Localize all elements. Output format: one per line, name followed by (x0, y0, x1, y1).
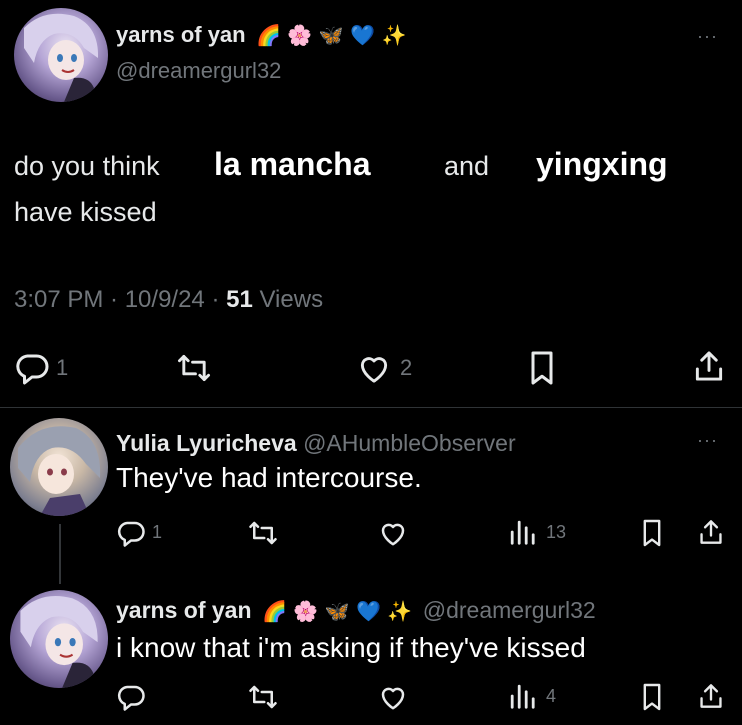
main-post-text-line1: do you think la mancha and yingxing (14, 146, 734, 186)
main-post-text: do you think la mancha and yingxing have… (14, 146, 734, 232)
bookmark-icon (643, 519, 661, 547)
reply1-bookmark-button[interactable] (640, 518, 664, 548)
reply2-header: yarns of yan 🌈 🌸 🦋 💙 ✨ @dreamergurl32 (116, 597, 596, 624)
share-icon (695, 351, 723, 381)
reply1-reply-count: 1 (152, 522, 163, 542)
blue-heart-emoji-icon: 💙 (356, 598, 381, 623)
reply2-repost-button[interactable] (248, 683, 278, 711)
anime-girl-gray-hair-avatar-art (18, 426, 101, 516)
heart-icon (381, 523, 405, 546)
more-options-icon[interactable]: ··· (697, 430, 718, 451)
reply1-avatar[interactable] (10, 418, 108, 516)
post-divider (0, 407, 742, 408)
reply1-views-button[interactable] (508, 518, 536, 546)
repost-button[interactable] (176, 352, 212, 384)
main-post-timestamp[interactable]: 3:07 PM · 10/9/24 · (14, 286, 226, 313)
reply-bubble-icon (16, 354, 49, 385)
reply1-display-name[interactable]: Yulia Lyuricheva (116, 430, 297, 456)
bookmark-button[interactable] (527, 350, 557, 386)
cherry-blossom-emoji-icon: 🌸 (287, 23, 313, 47)
reply-bubble-icon (117, 521, 145, 547)
bookmark-icon (643, 683, 661, 711)
cherry-blossom-emoji-icon: 🌸 (293, 598, 319, 623)
share-icon (700, 520, 722, 544)
share-button[interactable] (693, 348, 725, 384)
heart-icon (360, 357, 388, 383)
main-post-meta: 3:07 PM · 10/9/24 · 51 Views (14, 286, 323, 314)
like-count: 2 (400, 355, 413, 380)
reply2-display-name[interactable]: yarns of yan (116, 597, 252, 623)
rainbow-emoji-icon: 🌈 (256, 23, 281, 47)
main-post-header: yarns of yan 🌈 🌸 🦋 💙 ✨ (116, 22, 406, 52)
reply1-repost-button[interactable] (248, 519, 278, 547)
reply2-handle[interactable]: @dreamergurl32 (423, 597, 596, 623)
bar-chart-views-icon (510, 684, 535, 709)
blue-heart-emoji-icon: 💙 (350, 23, 376, 47)
reply2-text: i know that i'm asking if they've kissed (116, 632, 586, 663)
main-post-text-line2: have kissed (14, 197, 157, 227)
reply2-bookmark-button[interactable] (640, 682, 664, 712)
main-post-text-name1: la mancha (214, 146, 371, 182)
reply2-like-button[interactable] (378, 683, 408, 711)
repost-icon (249, 685, 277, 709)
rainbow-emoji-icon: 🌈 (261, 598, 287, 623)
butterfly-emoji-icon: 🦋 (318, 23, 344, 47)
like-button[interactable] (356, 352, 392, 384)
reply1-text: They've had intercourse. (116, 462, 422, 493)
reply-button[interactable] (14, 350, 50, 386)
reply2-views-button[interactable] (508, 682, 536, 710)
reply1-handle[interactable]: @AHumbleObserver (303, 430, 516, 456)
main-post-text-prefix: do you think (14, 151, 160, 181)
butterfly-emoji-icon: 🦋 (324, 598, 350, 623)
main-post-display-name[interactable]: yarns of yan (116, 22, 246, 47)
anime-girl-avatar-art (24, 13, 99, 102)
bar-chart-views-icon (510, 520, 535, 545)
main-post-text-middle: and (444, 151, 490, 181)
reply-count: 1 (56, 355, 69, 380)
reply2-avatar[interactable] (10, 590, 108, 688)
reply2-views-count: 4 (546, 686, 557, 706)
sparkles-emoji-icon: ✨ (387, 598, 413, 623)
main-post-views-count: 51 (226, 286, 253, 313)
reply1-header: Yulia Lyuricheva @AHumbleObserver (116, 430, 516, 457)
main-post-handle[interactable]: @dreamergurl32 (116, 58, 281, 84)
main-post-views-label: Views (252, 286, 324, 313)
share-icon (700, 684, 722, 708)
more-options-icon[interactable]: ··· (697, 26, 718, 47)
thread-connector-line (59, 524, 61, 584)
reply1-reply-button[interactable] (116, 518, 146, 548)
reply-bubble-icon (117, 685, 145, 711)
reply1-views-count: 13 (546, 522, 567, 542)
reply2-share-button[interactable] (698, 681, 724, 711)
anime-girl-avatar-art (20, 595, 98, 688)
repost-icon (249, 521, 277, 545)
bookmark-icon (531, 351, 553, 385)
reply2-reply-button[interactable] (116, 682, 146, 712)
main-post-text-name2: yingxing (536, 146, 668, 182)
repost-icon (177, 354, 210, 382)
reply1-like-button[interactable] (378, 519, 408, 547)
sparkles-emoji-icon: ✨ (381, 23, 407, 47)
main-post-avatar[interactable] (14, 8, 108, 102)
heart-icon (381, 687, 405, 710)
reply1-share-button[interactable] (698, 517, 724, 547)
